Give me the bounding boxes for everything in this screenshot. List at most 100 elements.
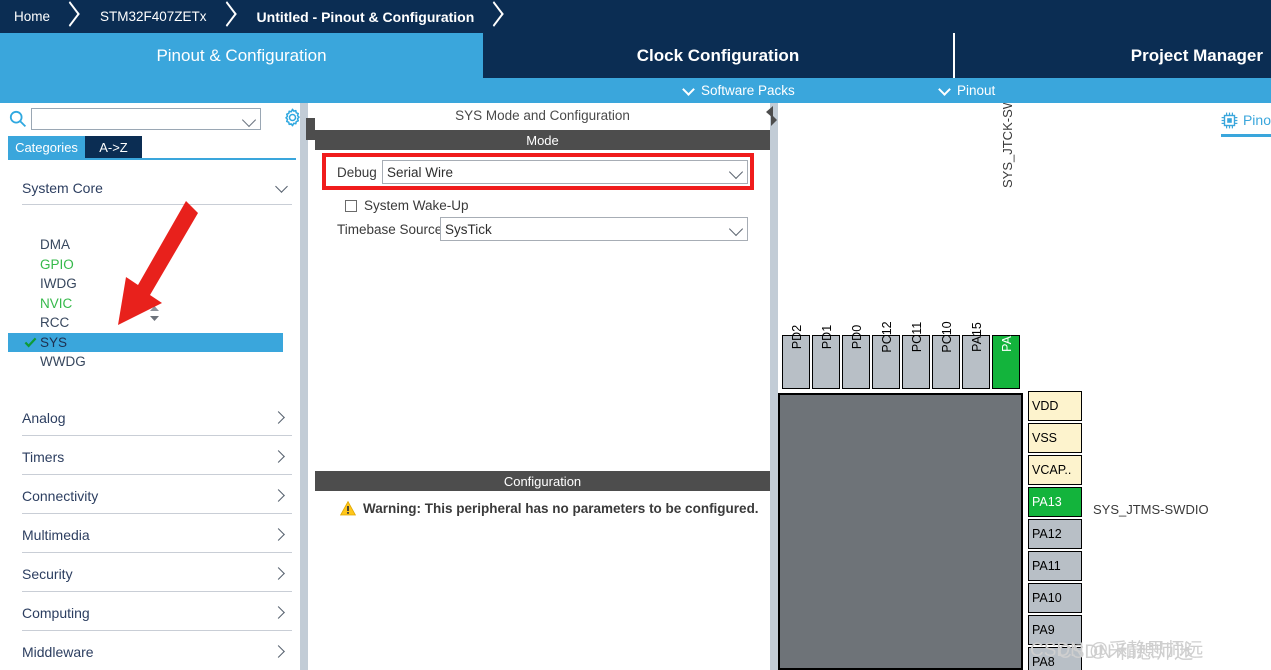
search-input[interactable]	[31, 108, 261, 130]
pinout-view-button-label: Pino	[1242, 112, 1271, 128]
category-multimedia[interactable]: Multimedia	[22, 519, 292, 553]
peripheral-label: RCC	[40, 315, 70, 331]
tab-categories[interactable]: Categories	[8, 136, 85, 158]
pin-label: PA14	[1000, 322, 1014, 352]
watermark-text-overlap: CSDN 和想师迷	[1058, 642, 1194, 663]
chevron-down-icon	[727, 218, 747, 240]
peripheral-label: NVIC	[40, 295, 73, 311]
peripheral-label: WWDG	[40, 354, 86, 370]
category-computing[interactable]: Computing	[22, 597, 292, 631]
category-middleware[interactable]: Middleware	[22, 636, 292, 667]
system-wakeup-row[interactable]: System Wake-Up	[345, 198, 469, 213]
chevron-right-icon	[274, 646, 286, 658]
peripheral-label: DMA	[40, 237, 70, 253]
pin-label: PC12	[880, 321, 894, 353]
peripheral-item-gpio[interactable]: GPIO	[8, 255, 298, 275]
pin-label: VCAP..	[1032, 463, 1072, 477]
pin-pc10[interactable]: PC10	[932, 321, 960, 389]
category-security[interactable]: Security	[22, 558, 292, 592]
pin-label: PA13	[1032, 495, 1062, 509]
menu-label: Software Packs	[701, 83, 795, 98]
chevron-right-icon	[274, 607, 286, 619]
breadcrumb-item-home[interactable]: Home	[0, 0, 60, 33]
pin-pa13[interactable]: PA13	[1028, 487, 1082, 517]
category-tab-underline	[8, 158, 296, 160]
pin-label: PA12	[1032, 527, 1062, 541]
breadcrumb-item-current[interactable]: Untitled - Pinout & Configuration	[243, 0, 485, 33]
chevron-right-icon	[274, 529, 286, 541]
pinout-view-button[interactable]: Pino	[1220, 108, 1271, 137]
splitter-left-grip[interactable]	[306, 118, 315, 140]
pin-pd2[interactable]: PD2	[782, 325, 810, 389]
signal-label-jtck: SYS_JTCK-SWCLK	[1000, 103, 1015, 188]
pin-vss[interactable]: VSS	[1028, 423, 1082, 453]
pin-pd0[interactable]: PD0	[842, 325, 870, 389]
chip-package-body[interactable]	[778, 393, 1023, 670]
splitter-collapse-arrows-icon[interactable]	[760, 105, 778, 137]
tab-label: Categories	[15, 139, 78, 155]
pin-label: VDD	[1032, 399, 1059, 413]
timebase-source-select[interactable]: SysTick	[440, 217, 748, 241]
category-label: Security	[22, 566, 73, 582]
pin-label: PA10	[1032, 591, 1062, 605]
tab-clock-configuration[interactable]: Clock Configuration	[483, 33, 955, 78]
peripheral-label: GPIO	[40, 256, 74, 272]
debug-select[interactable]: Serial Wire	[382, 160, 748, 184]
check-icon	[24, 337, 37, 347]
system-wakeup-checkbox[interactable]	[345, 199, 357, 212]
search-row	[0, 103, 306, 135]
category-list: System Core DMA GPIO IWDG NVIC RCC SYS W…	[8, 161, 298, 666]
splitter-left[interactable]	[300, 103, 308, 670]
pinout-view-panel: Pino SYS_JTCK-SWCLK PD2 PD1 PD0 PC12 PC1…	[778, 103, 1271, 670]
splitter-middle[interactable]	[770, 103, 778, 670]
pin-pa11[interactable]: PA11	[1028, 551, 1082, 581]
tab-label: A->Z	[99, 139, 128, 155]
category-connectivity[interactable]: Connectivity	[22, 480, 292, 514]
category-system-core[interactable]: System Core	[22, 171, 292, 205]
chip-right-pin-column: VDD VSS VCAP.. PA13 PA12 PA11 PA10 PA9 P…	[1028, 391, 1082, 670]
timebase-source-label: Timebase Source	[337, 222, 443, 237]
category-label: Connectivity	[22, 488, 99, 504]
sys-mode-configuration-panel: SYS Mode and Configuration Mode Debug Se…	[315, 103, 770, 670]
peripheral-item-iwdg[interactable]: IWDG	[8, 274, 298, 294]
menu-software-packs[interactable]: Software Packs	[684, 78, 795, 103]
chevron-right-icon	[274, 451, 286, 463]
tab-label: Pinout & Configuration	[156, 45, 327, 65]
pin-pa15[interactable]: PA15	[962, 322, 990, 389]
sort-spinner-icon[interactable]	[148, 306, 161, 321]
sub-toolbar: Software Packs Pinout	[0, 78, 1271, 103]
panel-title: SYS Mode and Configuration	[315, 103, 770, 128]
tab-label: Clock Configuration	[636, 45, 800, 65]
breadcrumb-item-mcu[interactable]: STM32F407ZETx	[86, 0, 217, 33]
peripheral-item-sys[interactable]: SYS	[8, 332, 283, 352]
tab-project-manager[interactable]: Project Manager	[955, 33, 1271, 78]
peripheral-sidebar: Categories A->Z System Core DMA GPIO IWD…	[0, 103, 306, 670]
pin-label: PD0	[850, 324, 864, 350]
pin-vcap[interactable]: VCAP..	[1028, 455, 1082, 485]
mode-section-header: Mode	[315, 130, 770, 150]
pin-pa12[interactable]: PA12	[1028, 519, 1082, 549]
pin-pa14[interactable]: PA14	[992, 322, 1020, 389]
peripheral-item-dma[interactable]: DMA	[8, 235, 298, 255]
pin-vdd[interactable]: VDD	[1028, 391, 1082, 421]
signal-label-jtms: SYS_JTMS-SWDIO	[1093, 502, 1209, 517]
category-timers[interactable]: Timers	[22, 441, 292, 475]
pin-label: PA15	[970, 322, 984, 352]
pin-pd1[interactable]: PD1	[812, 325, 840, 389]
tab-a-to-z[interactable]: A->Z	[85, 136, 142, 158]
category-label: System Core	[22, 179, 103, 196]
tab-pinout-configuration[interactable]: Pinout & Configuration	[0, 33, 483, 78]
category-analog[interactable]: Analog	[22, 402, 292, 436]
category-label: Timers	[22, 449, 65, 465]
tab-label: Project Manager	[1130, 45, 1263, 65]
category-label: Multimedia	[22, 527, 90, 543]
breadcrumb-chevron-icon	[60, 0, 86, 33]
warning-text: Warning: This peripheral has no paramete…	[363, 501, 759, 516]
pin-pa10[interactable]: PA10	[1028, 583, 1082, 613]
pin-pc11[interactable]: PC11	[902, 322, 930, 389]
peripheral-item-wwdg[interactable]: WWDG	[8, 352, 298, 372]
chip-top-pin-row: PD2 PD1 PD0 PC12 PC11 PC10 PA15 PA14	[782, 321, 1022, 389]
menu-pinout[interactable]: Pinout	[940, 78, 995, 103]
pin-pc12[interactable]: PC12	[872, 321, 900, 389]
breadcrumb-label: Home	[14, 9, 51, 24]
